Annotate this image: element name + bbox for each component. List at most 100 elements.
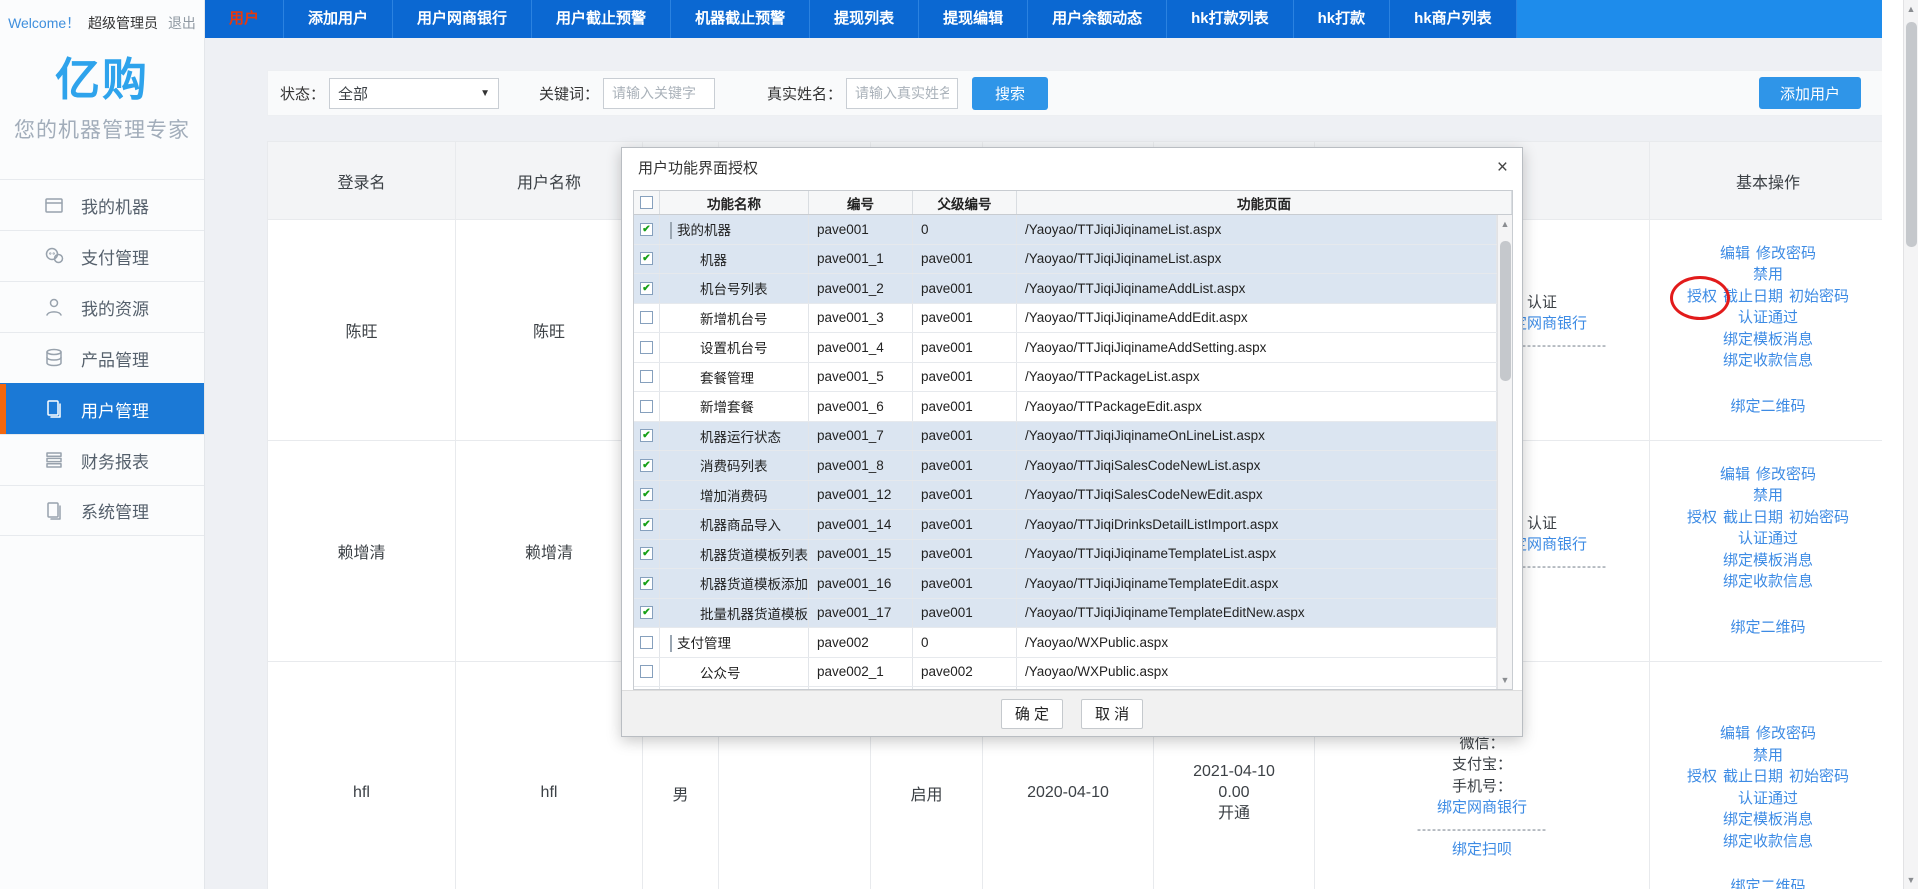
action-link[interactable]: 授权 xyxy=(1687,288,1717,305)
action-link[interactable]: 绑定收款信息 xyxy=(1723,573,1813,590)
close-icon[interactable]: × xyxy=(1497,157,1508,179)
action-link[interactable]: 截止日期 xyxy=(1723,288,1783,305)
nav-tab[interactable]: 添加用户 xyxy=(284,0,393,38)
action-line: 绑定收款信息 xyxy=(1720,571,1816,593)
action-link[interactable]: 认证通过 xyxy=(1738,530,1798,547)
bind-qrcode-link[interactable]: 绑定二维码 xyxy=(1730,876,1805,889)
permission-checkbox[interactable] xyxy=(640,518,653,531)
permission-checkbox[interactable] xyxy=(640,370,653,383)
action-link[interactable]: 修改密码 xyxy=(1756,725,1816,742)
sidebar-item[interactable]: 产品管理 xyxy=(0,332,204,383)
search-button[interactable]: 搜索 xyxy=(972,77,1048,110)
bind-qrcode-link[interactable]: 绑定二维码 xyxy=(1730,396,1805,418)
action-link[interactable]: 绑定模板消息 xyxy=(1723,552,1813,569)
action-link[interactable]: 初始密码 xyxy=(1789,509,1849,526)
add-user-button[interactable]: 添加用户 xyxy=(1759,77,1861,109)
action-link[interactable]: 编辑 xyxy=(1720,725,1750,742)
action-link[interactable]: 认证通过 xyxy=(1738,309,1798,326)
bind-bank-link[interactable]: 绑定网商银行 xyxy=(1437,797,1527,819)
permission-checkbox[interactable] xyxy=(640,252,653,265)
nav-tab[interactable]: 用户余额动态 xyxy=(1028,0,1167,38)
permission-checkbox[interactable] xyxy=(640,311,653,324)
collapse-icon[interactable] xyxy=(670,222,672,239)
scroll-down-icon[interactable]: ▼ xyxy=(1904,875,1918,885)
action-link[interactable]: 禁用 xyxy=(1753,747,1783,764)
action-link[interactable]: 禁用 xyxy=(1753,487,1783,504)
action-link[interactable]: 绑定模板消息 xyxy=(1723,331,1813,348)
select-all-checkbox[interactable] xyxy=(640,196,653,209)
collapse-icon[interactable] xyxy=(670,635,672,652)
sidebar-item[interactable]: 用户管理 xyxy=(0,383,204,434)
permission-code-cell: pave001_16 xyxy=(809,569,913,598)
action-link[interactable]: 初始密码 xyxy=(1789,288,1849,305)
permission-checkbox[interactable] xyxy=(640,665,653,678)
permission-checkbox[interactable] xyxy=(640,547,653,560)
modal-scrollbar[interactable]: ▲ ▼ xyxy=(1497,215,1512,689)
logout-link[interactable]: 退出 xyxy=(168,15,196,31)
action-link[interactable]: 绑定模板消息 xyxy=(1723,811,1813,828)
sidebar-item[interactable]: 我的机器 xyxy=(0,179,204,230)
permission-page-cell: /Yaoyao/TTJiqiSalesCodeNewEdit.aspx xyxy=(1017,481,1497,510)
permission-checkbox[interactable] xyxy=(640,223,653,236)
nav-tab[interactable]: hk商户列表 xyxy=(1390,0,1517,38)
page-scrollbar[interactable]: ▲ ▼ xyxy=(1903,0,1918,889)
action-link[interactable]: 截止日期 xyxy=(1723,509,1783,526)
username-cell: 赖增清 xyxy=(456,441,643,662)
nav-tab[interactable]: 提现列表 xyxy=(810,0,919,38)
status-label: 状态： xyxy=(280,83,325,104)
permission-checkbox[interactable] xyxy=(640,636,653,649)
nav-tab[interactable]: 用户截止预警 xyxy=(532,0,671,38)
action-link[interactable]: 禁用 xyxy=(1753,266,1783,283)
keyword-input[interactable] xyxy=(603,78,715,109)
column-header-page: 功能页面 xyxy=(1017,191,1512,214)
sidebar-item[interactable]: 支付管理 xyxy=(0,230,204,281)
permission-checkbox[interactable] xyxy=(640,459,653,472)
bind-scan-link[interactable]: 绑定扫呗 xyxy=(1452,839,1512,861)
nav-tab[interactable]: 提现编辑 xyxy=(919,0,1028,38)
bind-qrcode-link[interactable]: 绑定二维码 xyxy=(1730,617,1805,639)
permission-checkbox[interactable] xyxy=(640,400,653,413)
scroll-up-icon[interactable]: ▲ xyxy=(1498,219,1512,229)
action-link[interactable]: 初始密码 xyxy=(1789,768,1849,785)
nav-tab[interactable]: 用户 xyxy=(205,0,284,38)
permission-row: 机器运行状态pave001_7pave001/Yaoyao/TTJiqiJiqi… xyxy=(634,422,1497,452)
action-link[interactable]: 编辑 xyxy=(1720,245,1750,262)
sidebar-item[interactable]: 财务报表 xyxy=(0,434,204,485)
permission-table-body: 我的机器pave0010/Yaoyao/TTJiqiJiqinameList.a… xyxy=(634,215,1512,689)
action-link[interactable]: 编辑 xyxy=(1720,466,1750,483)
modal-scrollbar-thumb[interactable] xyxy=(1500,241,1511,381)
action-link[interactable]: 授权 xyxy=(1687,768,1717,785)
table-column-header: 用户名称 xyxy=(456,142,643,220)
permission-checkbox[interactable] xyxy=(640,488,653,501)
realname-input[interactable] xyxy=(846,78,958,109)
confirm-button[interactable]: 确 定 xyxy=(1001,699,1063,729)
status-select[interactable]: 全部 ▼ xyxy=(329,78,499,109)
checkbox-cell xyxy=(634,540,660,569)
permission-checkbox[interactable] xyxy=(640,577,653,590)
permission-name: 消费码列表 xyxy=(660,455,768,475)
sidebar-item[interactable]: 系统管理 xyxy=(0,485,204,536)
nav-tab[interactable]: hk打款列表 xyxy=(1167,0,1294,38)
page-scrollbar-thumb[interactable] xyxy=(1906,22,1917,247)
action-link[interactable]: 修改密码 xyxy=(1756,245,1816,262)
permission-checkbox[interactable] xyxy=(640,341,653,354)
cancel-button[interactable]: 取 消 xyxy=(1081,699,1143,729)
payment-icon xyxy=(42,244,66,268)
nav-tab[interactable]: 机器截止预警 xyxy=(671,0,810,38)
nav-tab[interactable]: 用户网商银行 xyxy=(393,0,532,38)
scroll-up-icon[interactable]: ▲ xyxy=(1904,4,1918,14)
permission-checkbox[interactable] xyxy=(640,282,653,295)
action-link[interactable]: 绑定收款信息 xyxy=(1723,352,1813,369)
permission-name-cell: 机台号列表 xyxy=(660,274,809,303)
permission-parent-cell: pave001 xyxy=(913,599,1017,628)
permission-checkbox[interactable] xyxy=(640,606,653,619)
sidebar-item[interactable]: 我的资源 xyxy=(0,281,204,332)
action-link[interactable]: 修改密码 xyxy=(1756,466,1816,483)
action-link[interactable]: 认证通过 xyxy=(1738,790,1798,807)
permission-checkbox[interactable] xyxy=(640,429,653,442)
nav-tab[interactable]: hk打款 xyxy=(1294,0,1391,38)
action-link[interactable]: 绑定收款信息 xyxy=(1723,833,1813,850)
action-link[interactable]: 授权 xyxy=(1687,509,1717,526)
scroll-down-icon[interactable]: ▼ xyxy=(1498,675,1512,685)
action-link[interactable]: 截止日期 xyxy=(1723,768,1783,785)
